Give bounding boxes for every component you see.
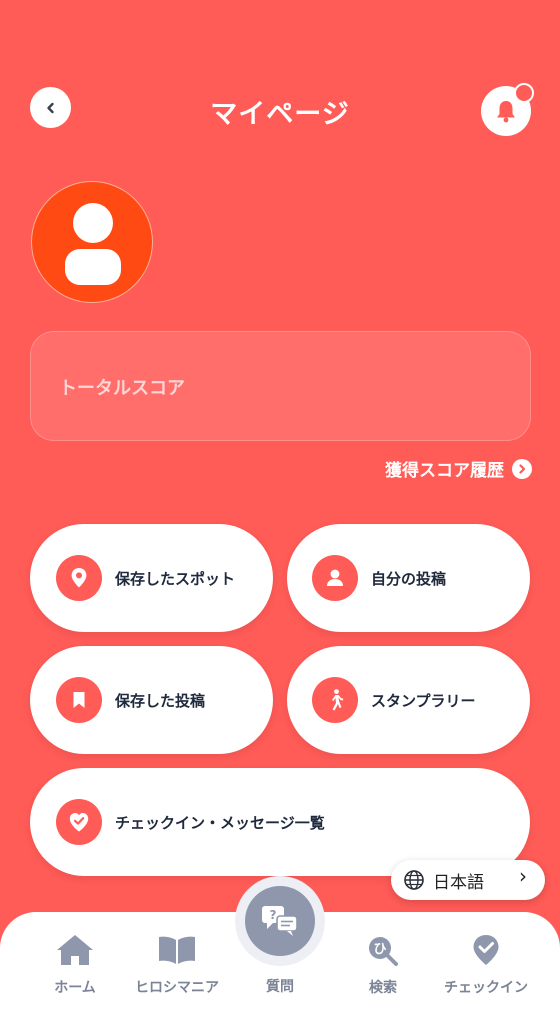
score-history-label: 獲得スコア履歴 <box>385 461 504 481</box>
saved-posts-label: 保存した投稿 <box>115 691 206 710</box>
tab-question[interactable]: ? <box>245 886 315 956</box>
avatar[interactable] <box>31 181 153 303</box>
stamp-rally-label: スタンプラリー <box>371 691 476 710</box>
page-title: マイページ <box>210 99 350 130</box>
tab-checkin[interactable]: チェックイン <box>431 933 541 997</box>
saved-spots-label: 保存したスポット <box>115 569 236 588</box>
checkin-messages-label: チェックイン・メッセージ一覧 <box>115 813 325 832</box>
svg-text:?: ? <box>270 908 277 922</box>
checkin-heart-icon <box>56 799 102 845</box>
my-posts-label: 自分の投稿 <box>371 569 447 588</box>
bell-icon <box>497 101 515 123</box>
language-selector[interactable]: 日本語 › <box>391 860 545 900</box>
checkin-pin-icon <box>473 935 499 965</box>
total-score-label: トータルスコア <box>59 378 185 399</box>
chevron-right-circle-icon <box>512 458 532 479</box>
score-history-link[interactable]: 獲得スコア履歴 <box>385 456 532 481</box>
user-icon <box>65 203 121 285</box>
bookmark-icon <box>56 677 102 723</box>
tab-search[interactable]: ひ 検索 <box>328 933 438 997</box>
total-score-card: トータルスコア <box>30 331 531 441</box>
notification-badge <box>514 83 534 103</box>
tab-checkin-label: チェックイン <box>444 980 528 996</box>
tab-search-label: 検索 <box>369 980 397 996</box>
svg-text:ひ: ひ <box>373 942 386 957</box>
saved-spots-button[interactable]: 保存したスポット <box>30 524 273 632</box>
my-posts-button[interactable]: 自分の投稿 <box>287 524 530 632</box>
globe-icon <box>404 870 424 890</box>
language-label: 日本語 <box>433 872 484 893</box>
chevron-right-icon: › <box>519 864 527 888</box>
question-tab-ring: ? <box>235 876 325 966</box>
walking-person-icon <box>312 677 358 723</box>
chat-question-icon: ? <box>262 906 298 936</box>
saved-posts-button[interactable]: 保存した投稿 <box>30 646 273 754</box>
person-icon <box>312 555 358 601</box>
map-pin-icon <box>56 555 102 601</box>
stamp-rally-button[interactable]: スタンプラリー <box>287 646 530 754</box>
home-icon <box>57 935 93 965</box>
open-book-icon <box>159 936 195 964</box>
search-icon: ひ <box>369 937 398 966</box>
